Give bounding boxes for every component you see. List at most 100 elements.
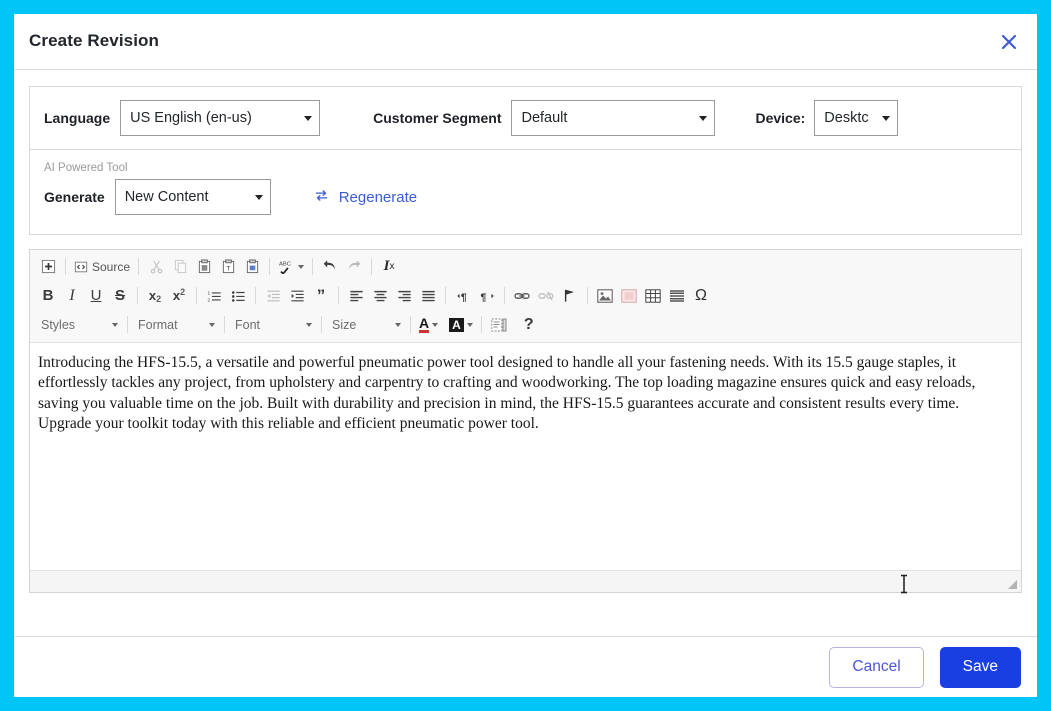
chevron-down-icon xyxy=(298,264,305,269)
editor-footer-bar xyxy=(30,570,1021,592)
toolbar-separator xyxy=(371,258,373,275)
chevron-down-icon xyxy=(112,322,118,327)
superscript-button[interactable]: x2 xyxy=(167,284,191,308)
background-color-button[interactable]: A xyxy=(446,313,476,337)
align-justify-button[interactable] xyxy=(416,284,440,308)
underline-button[interactable]: U xyxy=(84,284,108,308)
refresh-icon xyxy=(313,187,330,208)
strikethrough-button[interactable]: S xyxy=(108,284,132,308)
copy-button[interactable] xyxy=(168,255,192,279)
toolbar-separator xyxy=(138,258,140,275)
chevron-down-icon xyxy=(304,116,313,121)
undo-button[interactable] xyxy=(318,255,342,279)
help-button-label: ? xyxy=(523,315,534,333)
increase-indent-button[interactable] xyxy=(285,284,309,308)
toolbar-separator xyxy=(137,287,138,304)
close-icon[interactable] xyxy=(995,28,1023,56)
resize-handle[interactable] xyxy=(1005,577,1018,590)
save-button[interactable]: Save xyxy=(939,646,1021,688)
chevron-down-icon xyxy=(395,322,401,327)
text-color-icon: A xyxy=(419,314,430,333)
device-field-group: Device: Desktc xyxy=(755,100,899,136)
text-direction-rtl-button[interactable]: ¶ xyxy=(475,284,499,308)
regenerate-button[interactable]: Regenerate xyxy=(313,187,417,208)
background-color-icon: A xyxy=(449,317,464,332)
unlink-button[interactable] xyxy=(534,284,558,308)
decrease-indent-button[interactable] xyxy=(261,284,285,308)
generate-field-group: Generate New Content Regenerate xyxy=(44,179,417,215)
toolbar-separator xyxy=(196,287,197,304)
editor-toolbar: Source T ABC I x B I U S x 2 x 2 1 2 ” ¶… xyxy=(30,250,1021,343)
blockquote-button[interactable]: ” xyxy=(309,284,333,308)
svg-text:T: T xyxy=(226,265,230,272)
styles-dropdown[interactable]: Styles xyxy=(36,314,122,336)
chevron-down-icon xyxy=(466,322,473,327)
redo-button[interactable] xyxy=(342,255,366,279)
size-dropdown[interactable]: Size xyxy=(327,314,405,336)
ai-powered-tool-label: AI Powered Tool xyxy=(44,162,128,174)
toolbar-separator xyxy=(338,287,339,304)
chevron-down-icon xyxy=(432,322,439,327)
maximize-button[interactable] xyxy=(36,255,60,279)
image-button[interactable] xyxy=(593,284,617,308)
chevron-down-icon xyxy=(882,116,891,121)
device-select[interactable]: Desktc xyxy=(814,100,899,136)
generate-select-value: New Content xyxy=(124,189,209,205)
horizontal-rule-button[interactable] xyxy=(665,284,689,308)
cut-button[interactable] xyxy=(144,255,168,279)
ai-tool-row: AI Powered Tool Generate New Content Reg… xyxy=(30,150,1021,234)
bulleted-list-button[interactable] xyxy=(226,284,250,308)
help-button[interactable]: ? xyxy=(517,313,541,337)
customer-segment-select[interactable]: Default xyxy=(511,100,716,136)
align-left-button[interactable] xyxy=(344,284,368,308)
chevron-down-icon xyxy=(699,116,708,121)
format-dropdown-label: Format xyxy=(138,317,178,332)
source-button[interactable]: Source xyxy=(71,255,133,279)
editor-paragraph: Introducing the HFS-15.5, a versatile an… xyxy=(38,354,976,432)
generate-select[interactable]: New Content xyxy=(114,179,271,215)
special-character-button[interactable]: Ω xyxy=(689,284,713,308)
align-right-button[interactable] xyxy=(392,284,416,308)
device-label: Device: xyxy=(755,110,806,126)
link-button[interactable] xyxy=(510,284,534,308)
customer-segment-select-value: Default xyxy=(521,110,568,126)
paste-from-word-button[interactable] xyxy=(240,255,264,279)
toolbar-separator xyxy=(410,316,411,333)
svg-text:ABC: ABC xyxy=(279,262,291,268)
settings-panel: Language US English (en-us) Customer Seg… xyxy=(29,86,1022,235)
remove-format-button[interactable]: Ix xyxy=(377,255,401,279)
chevron-down-icon xyxy=(306,322,312,327)
anchor-button[interactable] xyxy=(558,284,582,308)
page-title: Create Revision xyxy=(29,31,159,50)
paste-as-text-button[interactable]: T xyxy=(216,255,240,279)
toolbar-separator xyxy=(269,258,271,275)
toolbar-separator xyxy=(224,316,225,333)
show-blocks-button[interactable] xyxy=(487,313,511,337)
language-select[interactable]: US English (en-us) xyxy=(120,100,321,136)
settings-row-top: Language US English (en-us) Customer Seg… xyxy=(30,87,1021,150)
customer-segment-field-group: Customer Segment Default xyxy=(373,100,716,136)
font-dropdown[interactable]: Font xyxy=(230,314,316,336)
format-dropdown[interactable]: Format xyxy=(133,314,219,336)
modal-footer: Cancel Save xyxy=(14,636,1037,697)
align-center-button[interactable] xyxy=(368,284,392,308)
flash-button[interactable] xyxy=(617,284,641,308)
paste-button[interactable] xyxy=(192,255,216,279)
bold-button[interactable]: B xyxy=(36,284,60,308)
subscript-button[interactable]: x2 xyxy=(143,284,167,308)
table-button[interactable] xyxy=(641,284,665,308)
text-direction-ltr-button[interactable]: ¶ xyxy=(451,284,475,308)
font-dropdown-label: Font xyxy=(235,317,261,332)
customer-segment-label: Customer Segment xyxy=(373,110,502,126)
toolbar-separator xyxy=(65,258,66,275)
numbered-list-button[interactable]: 12 xyxy=(202,284,226,308)
spell-check-button[interactable]: ABC xyxy=(275,255,307,279)
cancel-button[interactable]: Cancel xyxy=(829,646,924,688)
toolbar-separator xyxy=(312,258,314,275)
toolbar-separator xyxy=(127,316,128,333)
text-color-button[interactable]: A xyxy=(416,313,441,337)
chevron-down-icon xyxy=(254,195,263,200)
editor-content-area[interactable]: Introducing the HFS-15.5, a versatile an… xyxy=(30,343,1021,570)
modal-header: Create Revision xyxy=(14,14,1037,70)
italic-button[interactable]: I xyxy=(60,284,84,308)
